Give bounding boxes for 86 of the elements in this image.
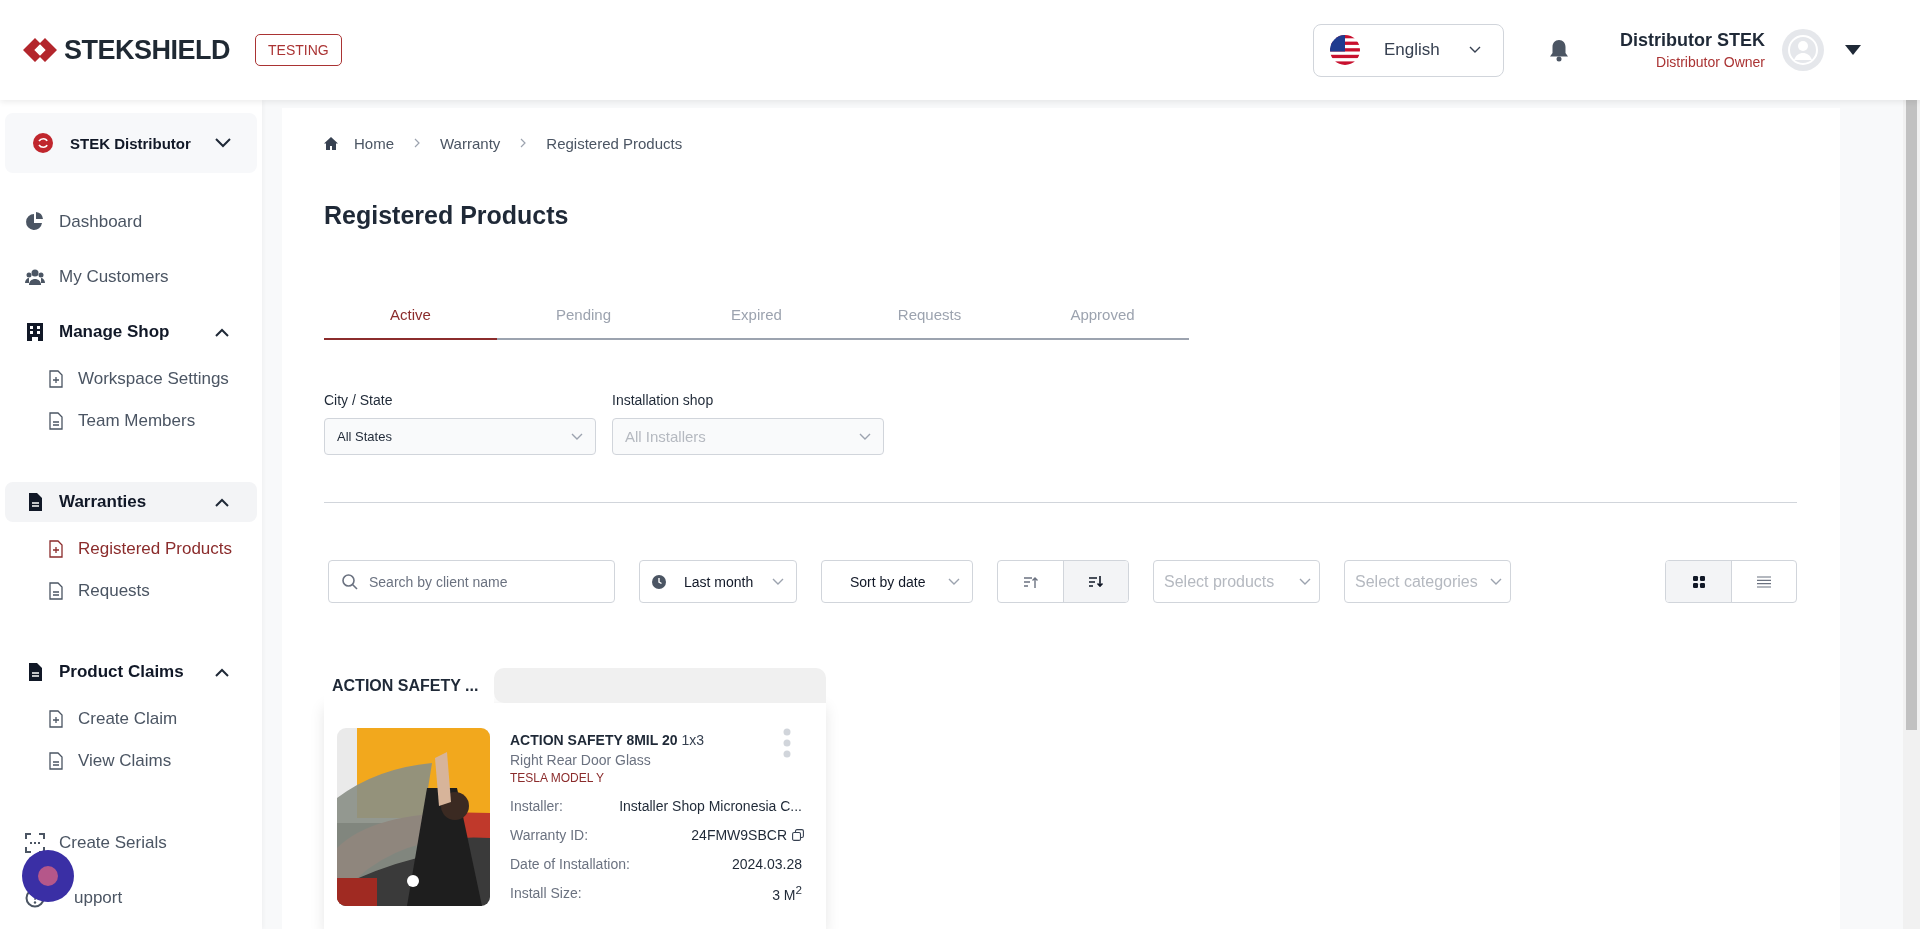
chevron-up-icon	[215, 497, 229, 507]
copy-button[interactable]	[792, 828, 804, 841]
kebab-icon	[783, 728, 791, 758]
user-role: Distributor Owner	[1655, 54, 1765, 70]
document-icon	[49, 412, 63, 430]
chevron-down-icon	[1490, 577, 1502, 586]
vehicle-model: TESLA MODEL Y	[510, 771, 606, 785]
product-name: ACTION SAFETY 8MIL 20	[510, 732, 678, 748]
field-label: Warranty ID:	[510, 826, 589, 843]
field-value: 24FMW9SBCR	[690, 826, 787, 843]
field-label: Installer:	[510, 797, 563, 814]
chevron-down-icon	[948, 577, 960, 586]
environment-badge: TESTING	[255, 34, 342, 66]
flag-icon	[1330, 35, 1360, 65]
glass-position: Right Rear Door Glass	[510, 752, 652, 768]
breadcrumb-link[interactable]: Warranty	[440, 134, 501, 152]
user-menu-button[interactable]	[1845, 45, 1861, 55]
clock-icon	[652, 574, 666, 589]
home-icon	[324, 136, 338, 150]
building-icon	[25, 322, 45, 342]
view-mode-button[interactable]	[1666, 561, 1731, 602]
document-icon	[49, 582, 63, 600]
breadcrumb-link[interactable]: Home	[354, 134, 394, 152]
sidebar-item[interactable]: Registered Products	[5, 528, 256, 570]
product-size: 1x3	[681, 732, 705, 748]
scan-icon	[25, 832, 45, 853]
tab[interactable]: Active	[324, 290, 497, 340]
logo-text: STEKSHIELD	[64, 34, 231, 66]
document-plus-icon	[49, 370, 63, 388]
sidebar-section[interactable]: Product Claims	[5, 652, 257, 692]
chevron-down-icon	[571, 432, 583, 441]
scrollbar[interactable]	[1903, 100, 1920, 929]
organization-selector[interactable]: STEK Distributor	[5, 113, 257, 173]
sort-descending-icon	[1088, 574, 1104, 589]
sort-dropdown[interactable]: Sort by date	[821, 560, 973, 603]
dropdown[interactable]: All States	[324, 418, 596, 455]
field-label: City / State	[324, 391, 394, 409]
document-plus-icon	[49, 540, 63, 558]
chevron-right-icon	[520, 138, 527, 148]
copy-icon	[792, 828, 804, 841]
field-value: 2024.03.28	[730, 855, 802, 872]
sidebar-item[interactable]: View Claims	[5, 740, 256, 782]
sort-ascending-icon	[1022, 574, 1039, 589]
breadcrumb-link[interactable]: Registered Products	[546, 134, 683, 152]
chevron-up-icon	[215, 327, 229, 337]
chevron-down-icon	[1469, 46, 1481, 54]
sidebar-item[interactable]: Team Members	[5, 400, 256, 442]
field-value: Installer Shop Micronesia C...	[618, 797, 802, 814]
document-icon	[49, 752, 63, 770]
scrollbar-thumb[interactable]	[1906, 100, 1917, 730]
chevron-down-icon	[215, 138, 231, 148]
field-label: Installation shop	[612, 391, 715, 409]
chevron-down-icon	[772, 577, 784, 586]
sidebar-item[interactable]: Workspace Settings	[5, 358, 256, 400]
user-name: Distributor STEK	[1620, 30, 1765, 51]
document-plus-icon	[49, 710, 63, 728]
caret-down-icon	[1845, 45, 1861, 55]
language-selector[interactable]: English	[1313, 23, 1504, 77]
sidebar-item[interactable]: Create Claim	[5, 698, 256, 740]
sort-order-button[interactable]	[1063, 561, 1128, 602]
sidebar-item[interactable]: Dashboard	[5, 194, 256, 249]
chevron-down-icon	[859, 432, 871, 441]
chevron-down-icon	[1299, 577, 1311, 586]
grid-icon	[1692, 575, 1705, 588]
chevron-right-icon	[414, 138, 420, 148]
sidebar-item[interactable]: Requests	[5, 570, 256, 612]
field-label: Install Size:	[510, 884, 582, 901]
avatar-icon	[1782, 29, 1824, 71]
search-icon	[342, 574, 358, 590]
org-logo-icon	[33, 133, 53, 153]
notifications-button[interactable]	[1548, 38, 1570, 62]
bell-icon	[1548, 38, 1570, 62]
field-value: 3 M$^{2}$	[771, 882, 802, 903]
sidebar-item[interactable]: Create Serials	[5, 815, 256, 870]
pie-chart-icon	[25, 211, 45, 232]
page-title: Registered Products	[324, 200, 570, 231]
sidebar-section[interactable]: Warranties	[5, 482, 257, 522]
sidebar-section[interactable]: Manage Shop	[5, 312, 257, 352]
chat-dot-icon	[38, 866, 58, 886]
chevron-up-icon	[215, 667, 229, 677]
field-label: Date of Installation:	[510, 855, 630, 872]
search-field[interactable]: Search by client name	[328, 560, 615, 603]
logo-icon	[22, 37, 58, 63]
period-dropdown[interactable]: Last month	[639, 560, 797, 603]
sidebar-item[interactable]: My Customers	[5, 249, 256, 304]
list-icon	[1757, 575, 1771, 588]
